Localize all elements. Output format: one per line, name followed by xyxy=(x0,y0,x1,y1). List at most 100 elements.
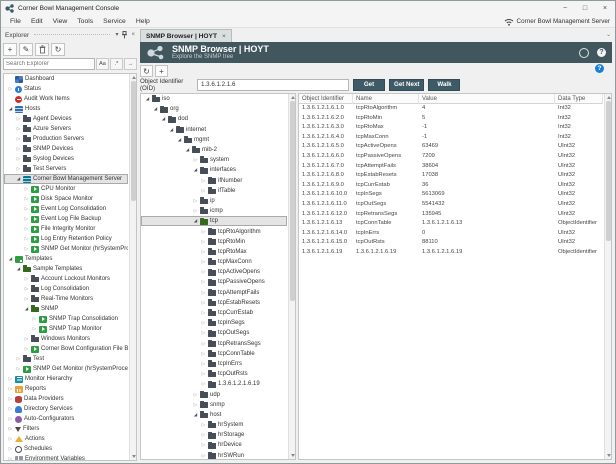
tree-item[interactable]: ▷Log Consolidation xyxy=(4,284,128,294)
table-row[interactable]: 1.3.6.1.2.1.6.2.0tcpRtoMin5Int32 xyxy=(299,114,603,124)
help-icon[interactable]: ? xyxy=(595,64,604,73)
get-button[interactable]: Get xyxy=(353,79,385,91)
expander-icon[interactable]: ▷ xyxy=(200,453,207,459)
expander-icon[interactable]: ▷ xyxy=(15,356,22,362)
expander-icon[interactable]: ▷ xyxy=(192,198,199,204)
table-row[interactable]: 1.3.6.1.2.1.6.14.0tcpInErrs0UInt32 xyxy=(299,229,603,239)
tree-item[interactable]: Dashboard xyxy=(4,74,128,84)
table-row[interactable]: 1.3.6.1.2.1.6.15.0tcpOutRsts88110UInt32 xyxy=(299,238,603,248)
expander-icon[interactable]: ▷ xyxy=(200,432,207,438)
expander-icon[interactable]: ▷ xyxy=(200,229,207,235)
tree-item[interactable]: ▷Filters xyxy=(4,424,128,434)
expander-icon[interactable]: ▷ xyxy=(7,396,14,402)
expander-icon[interactable]: ▷ xyxy=(200,269,207,275)
column-header-value[interactable]: Value xyxy=(419,94,555,104)
expander-icon[interactable]: ◢ xyxy=(192,412,199,418)
explorer-scrollbar[interactable] xyxy=(129,74,136,460)
tree-item[interactable]: ▷tcpOutSegs xyxy=(141,328,287,338)
expander-icon[interactable]: ▷ xyxy=(23,216,30,222)
expander-icon[interactable]: ▷ xyxy=(200,279,207,285)
tree-item[interactable]: ◢tcp xyxy=(141,216,287,226)
add-button[interactable]: + xyxy=(155,65,168,77)
tree-item[interactable]: ▷ifTable xyxy=(141,186,287,196)
expander-icon[interactable]: ▷ xyxy=(200,442,207,448)
tree-item[interactable]: ▷Monitor Hierarchy xyxy=(4,374,128,384)
expander-icon[interactable]: ▷ xyxy=(15,166,22,172)
tree-item[interactable]: ▷icmp xyxy=(141,206,287,216)
close-button[interactable]: × xyxy=(595,1,615,15)
table-row[interactable]: 1.3.6.1.2.1.6.6.0tcpPassiveOpens7209UInt… xyxy=(299,152,603,162)
expander-icon[interactable]: ▷ xyxy=(23,236,30,242)
expander-icon[interactable]: ◢ xyxy=(184,147,191,153)
tree-item[interactable]: ▷Real-Time Monitors xyxy=(4,294,128,304)
tree-item[interactable]: ◢org xyxy=(141,104,287,114)
expander-icon[interactable]: ▷ xyxy=(200,249,207,255)
tree-item[interactable]: ▷Data Providers xyxy=(4,394,128,404)
tree-item[interactable]: ▷Schedules xyxy=(4,444,128,454)
expander-icon[interactable]: ▷ xyxy=(192,402,199,408)
table-row[interactable]: 1.3.6.1.2.1.6.3.0tcpRtoMax-1Int32 xyxy=(299,123,603,133)
expander-icon[interactable]: ◢ xyxy=(7,256,14,262)
tree-item[interactable]: ▷Disk Space Monitor xyxy=(4,194,128,204)
chevron-down-icon[interactable]: ⌄ xyxy=(606,31,611,38)
close-panel-icon[interactable]: × xyxy=(131,32,135,38)
tree-item[interactable]: ◢Sample Templates xyxy=(4,264,128,274)
tree-item[interactable]: ◢mib-2 xyxy=(141,145,287,155)
expander-icon[interactable]: ▷ xyxy=(200,178,207,184)
tree-item[interactable]: ▷Syslog Devices xyxy=(4,154,128,164)
mib-tree-scrollbar[interactable] xyxy=(288,94,295,459)
tab-close-icon[interactable]: × xyxy=(222,33,226,40)
tree-item[interactable]: ▷hrDevice xyxy=(141,440,287,450)
expander-icon[interactable]: ▷ xyxy=(7,406,14,412)
tree-item[interactable]: ▷snmp xyxy=(141,400,287,410)
menu-file[interactable]: File xyxy=(5,18,26,25)
add-button[interactable]: + xyxy=(3,43,17,56)
tree-item[interactable]: ▷tcpRetransSegs xyxy=(141,339,287,349)
expander-icon[interactable]: ▷ xyxy=(7,86,14,92)
expander-icon[interactable]: ▷ xyxy=(23,286,30,292)
regex-button[interactable]: .* xyxy=(110,58,123,70)
tree-item[interactable]: ▷SNMP Trap Consolidation xyxy=(4,314,128,324)
expander-icon[interactable]: ▷ xyxy=(23,246,30,252)
expander-icon[interactable]: ▷ xyxy=(7,386,14,392)
tree-item[interactable]: ▷Agent Devices xyxy=(4,114,128,124)
expander-icon[interactable]: ▷ xyxy=(192,392,199,398)
expander-icon[interactable]: ▷ xyxy=(23,196,30,202)
oid-input[interactable] xyxy=(197,79,349,91)
tree-item[interactable]: ▷tcpRtoMax xyxy=(141,247,287,257)
tree-item[interactable]: ▷Log Entry Retention Policy xyxy=(4,234,128,244)
expander-icon[interactable]: ▷ xyxy=(200,259,207,265)
tree-item[interactable]: ◢SNMP xyxy=(4,304,128,314)
tree-item[interactable]: ▷SNMP Get Monitor (hrSystemProcesses) xyxy=(4,364,128,374)
expander-icon[interactable]: ◢ xyxy=(192,167,199,173)
expander-icon[interactable]: ▷ xyxy=(7,446,14,452)
help-icon[interactable]: ? xyxy=(597,48,606,57)
minimize-button[interactable]: − xyxy=(555,1,575,15)
tree-item[interactable]: ▷Production Servers xyxy=(4,134,128,144)
expander-icon[interactable]: ▷ xyxy=(200,371,207,377)
menu-service[interactable]: Service xyxy=(98,18,131,25)
tree-item[interactable]: ▷tcpMaxConn xyxy=(141,257,287,267)
tab-snmp-browser[interactable]: SNMP Browser | HOYT × xyxy=(140,29,232,42)
tree-item[interactable]: ▷SNMP Trap Monitor xyxy=(4,324,128,334)
expander-icon[interactable]: ▷ xyxy=(23,206,30,212)
server-connection[interactable]: Corner Bowl Management Server xyxy=(504,15,610,28)
tree-item[interactable]: ◢Corner Bowl Management Server xyxy=(4,174,128,184)
expander-icon[interactable]: ▷ xyxy=(15,136,22,142)
tree-item[interactable]: ◢Hosts xyxy=(4,104,128,114)
expander-icon[interactable]: ◢ xyxy=(176,137,183,143)
expander-icon[interactable]: ◢ xyxy=(15,266,22,272)
delete-button[interactable] xyxy=(35,43,49,56)
expander-icon[interactable]: ▷ xyxy=(15,156,22,162)
table-row[interactable]: 1.3.6.1.2.1.6.4.0tcpMaxConn-1Int32 xyxy=(299,133,603,143)
expander-icon[interactable]: ▷ xyxy=(7,426,14,432)
get-next-button[interactable]: Get Next xyxy=(389,79,424,91)
expander-icon[interactable]: ▷ xyxy=(200,290,207,296)
tree-item[interactable]: ◢interfaces xyxy=(141,165,287,175)
expander-icon[interactable]: ▷ xyxy=(200,351,207,357)
table-row[interactable]: 1.3.6.1.2.1.6.9.0tcpCurrEstab36UInt32 xyxy=(299,181,603,191)
expander-icon[interactable]: ▷ xyxy=(200,300,207,306)
search-input[interactable] xyxy=(3,58,95,70)
tree-item[interactable]: ▷Status xyxy=(4,84,128,94)
tree-item[interactable]: ▷tcpPassiveOpens xyxy=(141,277,287,287)
